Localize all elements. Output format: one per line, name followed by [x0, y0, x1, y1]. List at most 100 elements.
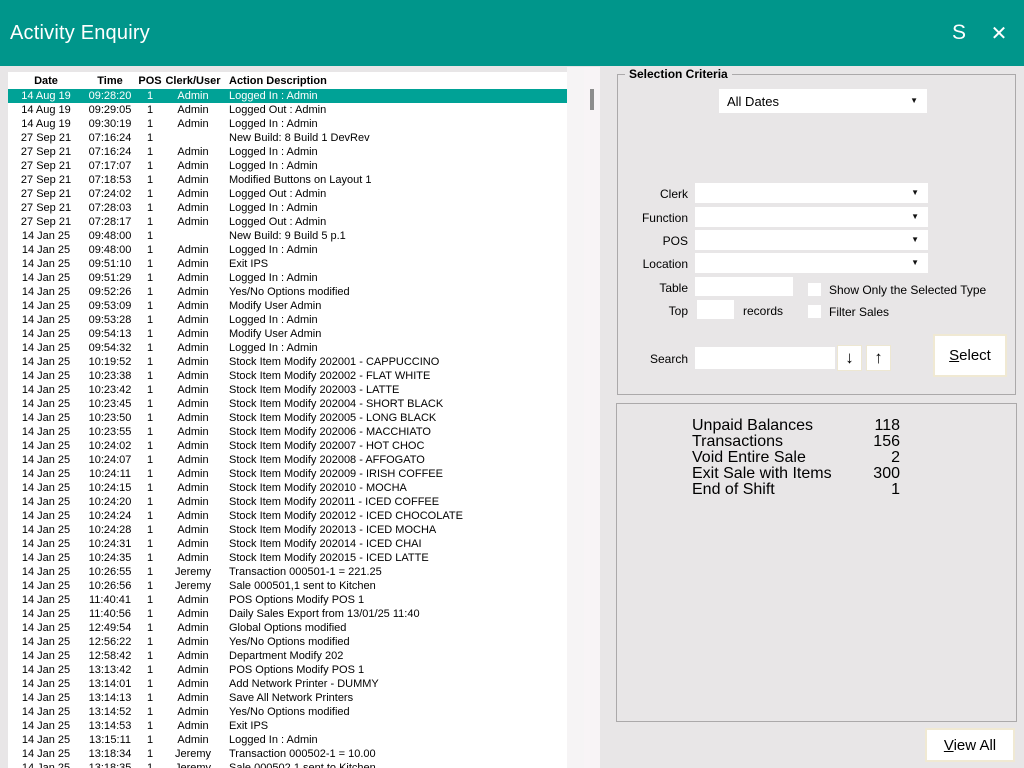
table-cell: 1	[136, 230, 164, 242]
table-row[interactable]: 14 Jan 2510:24:311AdminStock Item Modify…	[8, 537, 567, 551]
table-row[interactable]: 27 Sep 2107:16:241AdminLogged In : Admin	[8, 145, 567, 159]
table-input[interactable]	[695, 277, 793, 296]
table-row[interactable]: 14 Jan 2513:18:351JeremySale 000502,1 se…	[8, 761, 567, 768]
table-header-row: Date Time POS Clerk/User Action Descript…	[8, 72, 567, 89]
table-row[interactable]: 14 Jan 2510:24:241AdminStock Item Modify…	[8, 509, 567, 523]
table-row[interactable]: 14 Jan 2509:54:321AdminLogged In : Admin	[8, 341, 567, 355]
select-button[interactable]: Select	[933, 334, 1007, 377]
table-row[interactable]: 14 Jan 2510:26:551JeremyTransaction 0005…	[8, 565, 567, 579]
table-row[interactable]: 14 Jan 2510:23:421AdminStock Item Modify…	[8, 383, 567, 397]
table-row[interactable]: 14 Jan 2509:53:281AdminLogged In : Admin	[8, 313, 567, 327]
filter-sales-checkbox[interactable]	[808, 305, 821, 318]
table-cell: 10:23:50	[84, 412, 136, 424]
table-row[interactable]: 14 Jan 2510:23:381AdminStock Item Modify…	[8, 369, 567, 383]
table-cell: 27 Sep 21	[8, 160, 84, 172]
table-row[interactable]: 27 Sep 2107:24:021AdminLogged Out : Admi…	[8, 187, 567, 201]
table-cell: Admin	[164, 118, 222, 130]
table-cell: 27 Sep 21	[8, 202, 84, 214]
table-row[interactable]: 14 Jan 2510:24:021AdminStock Item Modify…	[8, 439, 567, 453]
search-down-button[interactable]: ↓	[837, 345, 862, 371]
table-row[interactable]: 14 Aug 1909:28:201AdminLogged In : Admin	[8, 89, 567, 103]
date-range-dropdown[interactable]: All Dates ▼	[719, 89, 927, 113]
table-cell: Admin	[164, 384, 222, 396]
table-cell: 1	[136, 636, 164, 648]
table-cell: Admin	[164, 454, 222, 466]
table-cell: Admin	[164, 146, 222, 158]
table-row[interactable]: 14 Jan 2509:48:001AdminLogged In : Admin	[8, 243, 567, 257]
chevron-down-icon: ▼	[910, 97, 918, 105]
table-row[interactable]: 14 Jan 2513:15:111AdminLogged In : Admin	[8, 733, 567, 747]
table-cell: 14 Jan 25	[8, 314, 84, 326]
table-cell: 14 Jan 25	[8, 468, 84, 480]
table-cell: 14 Jan 25	[8, 678, 84, 690]
table-row[interactable]: 27 Sep 2107:28:031AdminLogged In : Admin	[8, 201, 567, 215]
table-row[interactable]: 14 Jan 2510:26:561JeremySale 000501,1 se…	[8, 579, 567, 593]
table-cell: 10:23:38	[84, 370, 136, 382]
table-row[interactable]: 14 Jan 2509:53:091AdminModify User Admin	[8, 299, 567, 313]
table-row[interactable]: 27 Sep 2107:16:241New Build: 8 Build 1 D…	[8, 131, 567, 145]
table-row[interactable]: 14 Jan 2510:24:281AdminStock Item Modify…	[8, 523, 567, 537]
search-up-button[interactable]: ↑	[866, 345, 891, 371]
table-cell: 1	[136, 496, 164, 508]
table-row[interactable]: 14 Jan 2510:24:201AdminStock Item Modify…	[8, 495, 567, 509]
table-cell: 12:49:54	[84, 622, 136, 634]
table-cell: Logged In : Admin	[222, 118, 567, 130]
table-cell: Admin	[164, 440, 222, 452]
table-row[interactable]: 14 Jan 2513:13:421AdminPOS Options Modif…	[8, 663, 567, 677]
table-row[interactable]: 14 Jan 2510:23:551AdminStock Item Modify…	[8, 425, 567, 439]
table-cell: 07:16:24	[84, 146, 136, 158]
view-all-button[interactable]: View All	[925, 728, 1015, 762]
table-cell: 13:13:42	[84, 664, 136, 676]
table-cell: Stock Item Modify 202003 - LATTE	[222, 384, 567, 396]
table-row[interactable]: 14 Jan 2509:51:101AdminExit IPS	[8, 257, 567, 271]
function-dropdown[interactable]: ▼	[695, 207, 928, 227]
table-cell: 09:29:05	[84, 104, 136, 116]
scrollbar-thumb[interactable]	[590, 89, 594, 110]
table-cell: Admin	[164, 412, 222, 424]
table-row[interactable]: 27 Sep 2107:28:171AdminLogged Out : Admi…	[8, 215, 567, 229]
table-cell: Stock Item Modify 202012 - ICED CHOCOLAT…	[222, 510, 567, 522]
table-row[interactable]: 14 Jan 2512:49:541AdminGlobal Options mo…	[8, 621, 567, 635]
table-row[interactable]: 14 Jan 2510:23:451AdminStock Item Modify…	[8, 397, 567, 411]
table-row[interactable]: 14 Jan 2510:19:521AdminStock Item Modify…	[8, 355, 567, 369]
window-title: Activity Enquiry	[10, 22, 150, 45]
table-row[interactable]: 14 Jan 2511:40:411AdminPOS Options Modif…	[8, 593, 567, 607]
table-row[interactable]: 14 Jan 2510:24:111AdminStock Item Modify…	[8, 467, 567, 481]
show-only-selected-type-checkbox[interactable]	[808, 283, 821, 296]
table-cell: 27 Sep 21	[8, 146, 84, 158]
table-row[interactable]: 14 Jan 2512:56:221AdminYes/No Options mo…	[8, 635, 567, 649]
table-row[interactable]: 14 Jan 2513:14:011AdminAdd Network Print…	[8, 677, 567, 691]
clerk-dropdown[interactable]: ▼	[695, 183, 928, 203]
table-row[interactable]: 27 Sep 2107:17:071AdminLogged In : Admin	[8, 159, 567, 173]
close-icon[interactable]: ✕	[982, 14, 1016, 52]
table-row[interactable]: 14 Jan 2512:58:421AdminDepartment Modify…	[8, 649, 567, 663]
table-cell: 1	[136, 202, 164, 214]
table-row[interactable]: 14 Jan 2513:18:341JeremyTransaction 0005…	[8, 747, 567, 761]
top-records-input[interactable]	[697, 300, 734, 319]
activity-log-table: Date Time POS Clerk/User Action Descript…	[8, 72, 567, 768]
search-input[interactable]	[695, 347, 835, 369]
table-row[interactable]: 14 Jan 2509:48:001New Build: 9 Build 5 p…	[8, 229, 567, 243]
table-cell: 14 Jan 25	[8, 426, 84, 438]
table-row[interactable]: 27 Sep 2107:18:531AdminModified Buttons …	[8, 173, 567, 187]
table-row[interactable]: 14 Jan 2509:51:291AdminLogged In : Admin	[8, 271, 567, 285]
table-cell: Jeremy	[164, 580, 222, 592]
table-row[interactable]: 14 Jan 2513:14:131AdminSave All Network …	[8, 691, 567, 705]
chevron-down-icon: ▼	[911, 189, 919, 197]
table-row[interactable]: 14 Jan 2513:14:521AdminYes/No Options mo…	[8, 705, 567, 719]
location-dropdown[interactable]: ▼	[695, 253, 928, 273]
table-row[interactable]: 14 Jan 2510:24:071AdminStock Item Modify…	[8, 453, 567, 467]
table-row[interactable]: 14 Jan 2510:24:351AdminStock Item Modify…	[8, 551, 567, 565]
table-row[interactable]: 14 Jan 2510:23:501AdminStock Item Modify…	[8, 411, 567, 425]
table-row[interactable]: 14 Jan 2511:40:561AdminDaily Sales Expor…	[8, 607, 567, 621]
table-row[interactable]: 14 Jan 2513:14:531AdminExit IPS	[8, 719, 567, 733]
vertical-scrollbar[interactable]	[584, 67, 600, 768]
pos-dropdown[interactable]: ▼	[695, 230, 928, 250]
s-button[interactable]: S	[942, 14, 976, 52]
table-row[interactable]: 14 Jan 2509:52:261AdminYes/No Options mo…	[8, 285, 567, 299]
table-row[interactable]: 14 Aug 1909:29:051AdminLogged Out : Admi…	[8, 103, 567, 117]
table-row[interactable]: 14 Jan 2510:24:151AdminStock Item Modify…	[8, 481, 567, 495]
table-row[interactable]: 14 Aug 1909:30:191AdminLogged In : Admin	[8, 117, 567, 131]
table-row[interactable]: 14 Jan 2509:54:131AdminModify User Admin	[8, 327, 567, 341]
table-cell: 1	[136, 188, 164, 200]
